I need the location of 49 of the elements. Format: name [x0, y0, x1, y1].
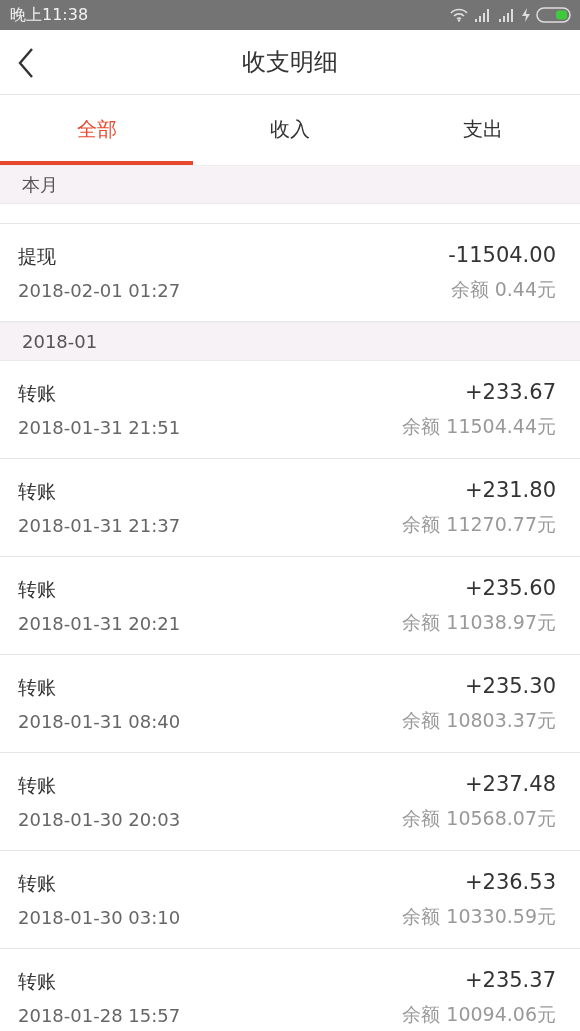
transaction-row[interactable]: 转账 2018-01-31 08:40 +235.30 余额 10803.37元: [0, 655, 580, 753]
transaction-time: 2018-01-31 21:51: [18, 417, 181, 438]
balance-text: 余额 10330.59元: [402, 903, 556, 929]
back-button[interactable]: [16, 46, 36, 80]
transaction-row[interactable]: 转账 2018-01-31 21:51 +233.67 余额 11504.44元: [0, 361, 580, 459]
transaction-time: 2018-01-28 15:57: [18, 1005, 181, 1026]
transaction-amount: +235.37: [464, 967, 556, 992]
balance-text: 余额 11504.44元: [402, 413, 556, 439]
balance-text: 余额 10568.07元: [402, 805, 556, 831]
transaction-time: 2018-01-31 21:37: [18, 515, 181, 536]
status-time: 晚上11:38: [10, 4, 89, 26]
transaction-type: 转账: [18, 381, 57, 406]
transaction-type: 转账: [18, 969, 57, 994]
balance-text: 余额 11270.77元: [402, 511, 556, 537]
battery-icon: [536, 7, 572, 23]
transaction-amount: +237.48: [464, 771, 556, 796]
transaction-amount: +231.80: [464, 477, 556, 502]
transaction-row[interactable]: 转账 2018-01-31 20:21 +235.60 余额 11038.97元: [0, 557, 580, 655]
transaction-type: 转账: [18, 577, 57, 602]
transaction-time: 2018-01-31 20:21: [18, 613, 181, 634]
transaction-row[interactable]: 转账 2018-01-31 21:37 +231.80 余额 11270.77元: [0, 459, 580, 557]
transaction-row[interactable]: 转账 2018-01-28 15:57 +235.37 余额 10094.06元: [0, 949, 580, 1031]
transaction-type: 转账: [18, 675, 57, 700]
page-title: 收支明细: [242, 47, 338, 78]
balance-text: 余额 11038.97元: [402, 609, 556, 635]
transaction-type: 转账: [18, 773, 57, 798]
transaction-time: 2018-01-30 20:03: [18, 809, 181, 830]
signal-icon: [474, 8, 492, 22]
transaction-time: 2018-01-31 08:40: [18, 711, 181, 732]
charging-icon: [522, 8, 530, 22]
transaction-row[interactable]: 转账 2018-01-30 03:10 +236.53 余额 10330.59元: [0, 851, 580, 949]
transaction-row[interactable]: 转账 2018-01-30 20:03 +237.48 余额 10568.07元: [0, 753, 580, 851]
transaction-type: 转账: [18, 871, 57, 896]
transaction-time: 2018-02-01 01:27: [18, 280, 181, 301]
transaction-time: 2018-01-30 03:10: [18, 907, 181, 928]
transaction-amount: +233.67: [464, 379, 556, 404]
transaction-type: 提现: [18, 244, 57, 269]
section-title: 本月: [22, 172, 58, 197]
balance-text: 余额 0.44元: [450, 276, 556, 302]
section-title: 2018-01: [22, 331, 98, 352]
transaction-amount: -11504.00: [448, 242, 556, 267]
balance-text: 余额 10094.06元: [402, 1001, 556, 1027]
wifi-icon: [450, 8, 468, 22]
transaction-amount: +236.53: [464, 869, 556, 894]
balance-text: 余额 10803.37元: [402, 707, 556, 733]
transaction-type: 转账: [18, 479, 57, 504]
transaction-amount: +235.60: [464, 575, 556, 600]
transaction-amount: +235.30: [464, 673, 556, 698]
signal-icon: [498, 8, 516, 22]
